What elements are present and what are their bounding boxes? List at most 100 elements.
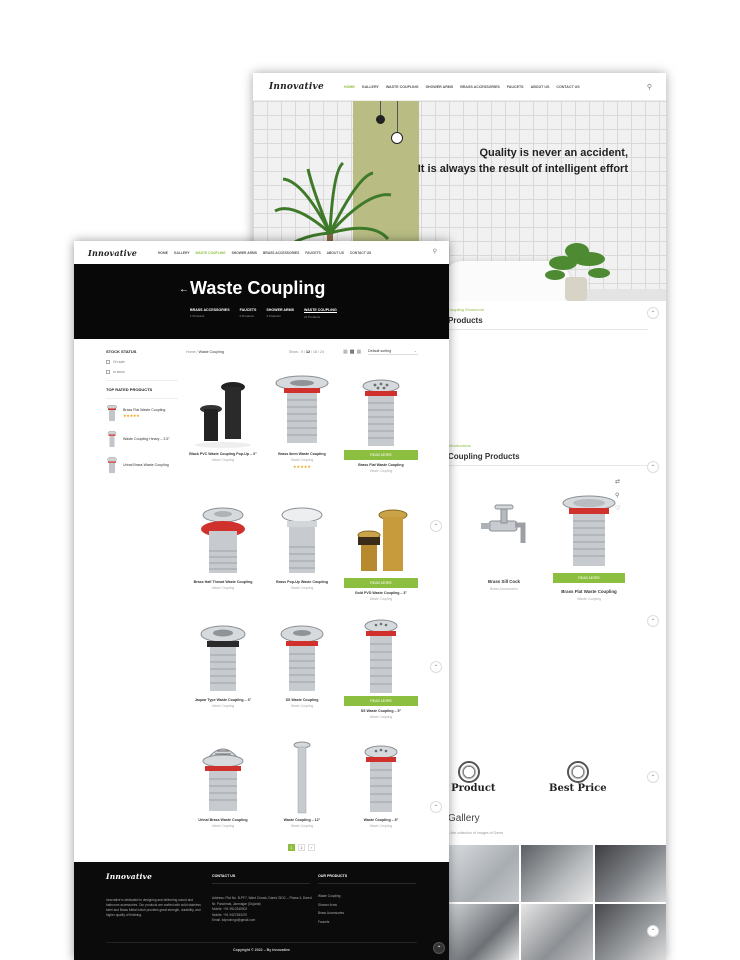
scroll-up-icon[interactable]: ⌃ [647, 461, 659, 473]
product-category[interactable]: Waste Coupling [265, 704, 339, 708]
wishlist-heart-icon[interactable]: ♡ [615, 505, 620, 512]
product-card[interactable]: Brass Pop-Up Waste Coupling Waste Coupli… [265, 499, 339, 590]
next-page-icon[interactable]: › [308, 844, 315, 851]
scroll-up-icon[interactable]: ⌃ [430, 520, 442, 532]
scroll-up-icon[interactable]: ⌃ [647, 925, 659, 937]
gallery-photo[interactable] [448, 903, 520, 960]
read-more-button[interactable]: READ MORE [344, 696, 418, 706]
product-category[interactable]: Brass Accessories [468, 587, 540, 591]
filter-on-sale[interactable]: On sale [106, 360, 178, 364]
breadcrumb-home[interactable]: Home [186, 350, 196, 354]
footer-link-waste-coupling[interactable]: Waste Coupling [318, 894, 344, 898]
back-arrow-icon[interactable]: ← [179, 284, 189, 295]
back-logo[interactable]: Innovative [269, 82, 344, 92]
product-card[interactable]: READ MORE SS Waste Coupling – 5" Waste C… [344, 617, 418, 719]
product-name[interactable]: Brass Sill Cock [468, 579, 540, 584]
shuffle-icon[interactable]: ⇄ [615, 478, 620, 485]
product-category[interactable]: Waste Coupling [553, 597, 625, 601]
product-name[interactable]: SS Waste Coupling – 5" [344, 709, 418, 713]
product-card[interactable]: Black PVC Waste Coupling Pop-Up – 3" Was… [186, 371, 260, 462]
top-rated-name[interactable]: Urinal Brass Waste Coupling [123, 463, 171, 468]
back-nav-brass-accessories[interactable]: BRASS ACCESSORIES [460, 85, 500, 89]
show-option-12[interactable]: 12 [306, 350, 310, 354]
product-card[interactable]: Urinal Brass Waste Coupling Waste Coupli… [186, 737, 260, 828]
read-more-button[interactable]: READ MORE [344, 450, 418, 460]
show-option-9[interactable]: 9 [301, 350, 303, 354]
gallery-photo[interactable] [448, 845, 520, 902]
back-nav-waste-coupling[interactable]: WASTE COUPLING [386, 85, 419, 89]
product-category[interactable]: Waste Coupling [186, 458, 260, 462]
product-card[interactable]: Brass 8mm Waste Coupling Waste Coupling … [265, 371, 339, 469]
product-card[interactable]: READ MORE Gold PVD Waste Coupling – 3" W… [344, 499, 418, 601]
checkbox[interactable] [106, 360, 110, 364]
category-tab-waste-coupling[interactable]: WASTE COUPLING 21 Products [304, 308, 337, 319]
scroll-up-icon[interactable]: ⌃ [647, 307, 659, 319]
filter-in-stock[interactable]: In stock [106, 370, 178, 374]
grid-4-icon[interactable]: ▦ [356, 349, 361, 355]
top-rated-item[interactable]: Waste Coupling Heavy – 3.5" [106, 431, 178, 447]
product-name[interactable]: Brass Flat Waste Coupling [553, 589, 625, 594]
category-tab-brass-accessories[interactable]: BRASS ACCESSORIES 1 Products [190, 308, 230, 319]
product-name[interactable]: Brass Pop-Up Waste Coupling [265, 580, 339, 584]
product-name[interactable]: Waste Coupling – 8" [344, 818, 418, 822]
front-logo[interactable]: Innovative [88, 248, 158, 258]
back-nav-gallery[interactable]: GALLERY [362, 85, 379, 89]
nav-about[interactable]: ABOUT US [327, 251, 344, 255]
back-nav-about[interactable]: ABOUT US [531, 85, 550, 89]
product-card[interactable]: Waste Coupling – 8" Waste Coupling [344, 737, 418, 828]
page-1[interactable]: 1 [288, 844, 295, 851]
search-icon[interactable]: ⚲ [647, 83, 652, 91]
search-icon[interactable]: ⚲ [433, 248, 437, 255]
product-category[interactable]: Waste Coupling [186, 586, 260, 590]
category-tab-shower-arms[interactable]: SHOWER ARMS 3 Products [266, 308, 294, 319]
scroll-up-icon[interactable]: ⌃ [647, 615, 659, 627]
product-name[interactable]: Urinal Brass Waste Coupling [186, 818, 260, 822]
back-nav-faucets[interactable]: FAUCETS [507, 85, 524, 89]
show-option-18[interactable]: 18 [313, 350, 317, 354]
product-card[interactable]: READ MORE Brass Flat Waste Coupling Wast… [344, 371, 418, 473]
nav-gallery[interactable]: GALLERY [174, 251, 190, 255]
footer-email[interactable]: Email: kdproinngo@gmail.com [212, 918, 312, 924]
product-category[interactable]: Waste Coupling [186, 824, 260, 828]
product-name[interactable]: Waste Coupling – 12" [265, 818, 339, 822]
back-nav-home[interactable]: HOME [344, 85, 355, 89]
scroll-up-icon[interactable]: ⌃ [430, 661, 442, 673]
product-category[interactable]: Waste Coupling [265, 458, 339, 462]
back-nav-contact[interactable]: CONTACT US [556, 85, 579, 89]
read-more-button[interactable]: READ MORE [344, 578, 418, 588]
scroll-up-icon[interactable]: ⌃ [647, 771, 659, 783]
footer-link-shower-arms[interactable]: Shower Arms [318, 903, 344, 907]
footer-logo[interactable]: Innovative [106, 872, 152, 881]
category-tab-faucets[interactable]: FAUCETS 0 Products [240, 308, 257, 319]
nav-contact[interactable]: CONTACT US [350, 251, 371, 255]
product-card[interactable]: Waste Coupling – 12" Waste Coupling [265, 737, 339, 828]
product-category[interactable]: Waste Coupling [344, 824, 418, 828]
product-card[interactable]: Brass Half Thread Waste Coupling Waste C… [186, 499, 260, 590]
scroll-up-icon[interactable]: ⌃ [433, 942, 445, 954]
nav-home[interactable]: HOME [158, 251, 168, 255]
sort-select[interactable]: Default sorting ⌄ [368, 348, 418, 355]
gallery-photo[interactable] [521, 903, 593, 960]
product-category[interactable]: Waste Coupling [344, 469, 418, 473]
product-card[interactable]: SS Waste Coupling Waste Coupling [265, 617, 339, 708]
top-rated-item[interactable]: Urinal Brass Waste Coupling [106, 457, 178, 473]
product-name[interactable]: Brass Flat Waste Coupling [344, 463, 418, 467]
product-category[interactable]: Waste Coupling [186, 704, 260, 708]
grid-3-icon[interactable]: ▩ [350, 349, 355, 355]
grid-2-icon[interactable]: ▦ [343, 349, 348, 355]
top-rated-item[interactable]: Brass Flat Waste Coupling ★★★★★ [106, 405, 178, 421]
product-name[interactable]: Brass Half Thread Waste Coupling [186, 580, 260, 584]
nav-brass-accessories[interactable]: BRASS ACCESSORIES [263, 251, 299, 255]
show-option-24[interactable]: 24 [320, 350, 324, 354]
product-name[interactable]: SS Waste Coupling [265, 698, 339, 702]
product-card[interactable]: Jaquar Type Waste Coupling – 3" Waste Co… [186, 617, 260, 708]
top-rated-name[interactable]: Waste Coupling Heavy – 3.5" [123, 437, 171, 442]
product-category[interactable]: Waste Coupling [265, 586, 339, 590]
scroll-up-icon[interactable]: ⌃ [430, 801, 442, 813]
page-2[interactable]: 2 [298, 844, 305, 851]
product-name[interactable]: Black PVC Waste Coupling Pop-Up – 3" [186, 452, 260, 456]
product-name[interactable]: Brass 8mm Waste Coupling [265, 452, 339, 456]
footer-link-brass-accessories[interactable]: Brass Accessories [318, 911, 344, 915]
product-name[interactable]: Gold PVD Waste Coupling – 3" [344, 591, 418, 595]
nav-shower-arms[interactable]: SHOWER ARMS [232, 251, 257, 255]
